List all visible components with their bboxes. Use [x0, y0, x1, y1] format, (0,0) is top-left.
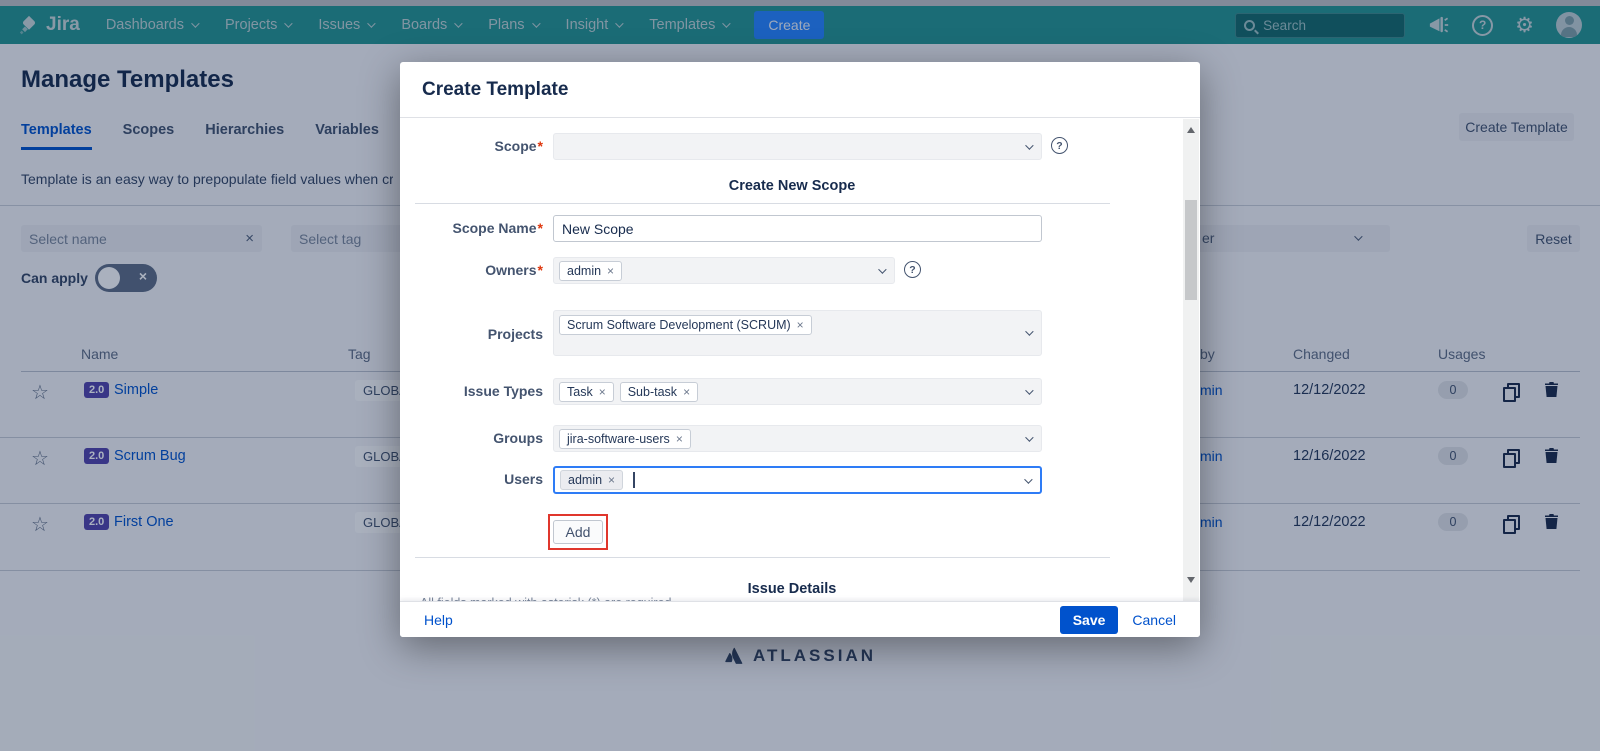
- scope-name-value: New Scope: [562, 221, 634, 237]
- user-chip: admin×: [560, 470, 623, 490]
- scope-select[interactable]: [553, 133, 1042, 160]
- groups-label: Groups: [400, 430, 543, 446]
- dialog-title: Create Template: [422, 79, 568, 101]
- dialog-footer: Help Save Cancel: [400, 601, 1200, 637]
- section-divider: [415, 203, 1110, 204]
- help-link[interactable]: Help: [424, 612, 453, 628]
- chevron-down-icon: [1025, 327, 1033, 335]
- projects-label: Projects: [400, 326, 543, 342]
- dialog-body: Scope* ? Create New Scope Scope Name* Ne…: [400, 118, 1200, 601]
- cancel-link[interactable]: Cancel: [1132, 612, 1176, 628]
- scroll-up-arrow[interactable]: [1187, 127, 1195, 133]
- chevron-down-icon: [878, 265, 886, 273]
- create-template-dialog: Create Template Scope* ? Create New Scop…: [400, 62, 1200, 637]
- text-caret: [633, 472, 635, 488]
- project-chip: Scrum Software Development (SCRUM)×: [559, 315, 812, 335]
- dialog-header: Create Template: [400, 62, 1200, 118]
- screen: Jira Dashboards Projects Issues Boards P…: [0, 0, 1600, 751]
- remove-icon[interactable]: ×: [607, 264, 614, 278]
- issue-section-heading: Issue Details: [400, 581, 1184, 597]
- section-divider: [415, 557, 1110, 558]
- remove-icon[interactable]: ×: [608, 473, 615, 487]
- scope-name-input[interactable]: New Scope: [553, 215, 1042, 242]
- dialog-scrollbar[interactable]: [1183, 119, 1199, 601]
- scope-name-label: Scope Name*: [400, 220, 543, 236]
- owners-select[interactable]: admin×: [553, 257, 895, 284]
- users-select[interactable]: admin×: [553, 466, 1042, 494]
- click-annotation-rectangle: [548, 514, 608, 550]
- required-asterisk: *: [538, 138, 543, 154]
- remove-icon[interactable]: ×: [676, 432, 683, 446]
- issue-types-label: Issue Types: [400, 383, 543, 399]
- users-label: Users: [400, 471, 543, 487]
- owners-help-icon[interactable]: ?: [904, 261, 921, 278]
- scope-help-icon[interactable]: ?: [1051, 137, 1068, 154]
- issue-types-select[interactable]: Task× Sub-task×: [553, 378, 1042, 405]
- chevron-down-icon: [1025, 386, 1033, 394]
- save-button[interactable]: Save: [1060, 606, 1119, 634]
- remove-icon[interactable]: ×: [797, 318, 804, 332]
- owners-label: Owners*: [400, 262, 543, 278]
- chevron-down-icon: [1025, 141, 1033, 149]
- scope-label: Scope*: [400, 138, 543, 154]
- scroll-down-arrow[interactable]: [1187, 577, 1195, 583]
- issue-type-chip: Task×: [559, 382, 614, 402]
- remove-icon[interactable]: ×: [599, 385, 606, 399]
- required-asterisk: *: [538, 220, 543, 236]
- remove-icon[interactable]: ×: [683, 385, 690, 399]
- scope-section-heading: Create New Scope: [400, 178, 1184, 194]
- chevron-down-icon: [1024, 475, 1032, 483]
- projects-select[interactable]: Scrum Software Development (SCRUM)×: [553, 310, 1042, 356]
- groups-select[interactable]: jira-software-users×: [553, 425, 1042, 452]
- scrollbar-thumb[interactable]: [1185, 200, 1197, 300]
- chevron-down-icon: [1025, 433, 1033, 441]
- owner-chip: admin×: [559, 261, 622, 281]
- required-asterisk: *: [538, 262, 543, 278]
- issue-type-chip: Sub-task×: [620, 382, 698, 402]
- group-chip: jira-software-users×: [559, 429, 691, 449]
